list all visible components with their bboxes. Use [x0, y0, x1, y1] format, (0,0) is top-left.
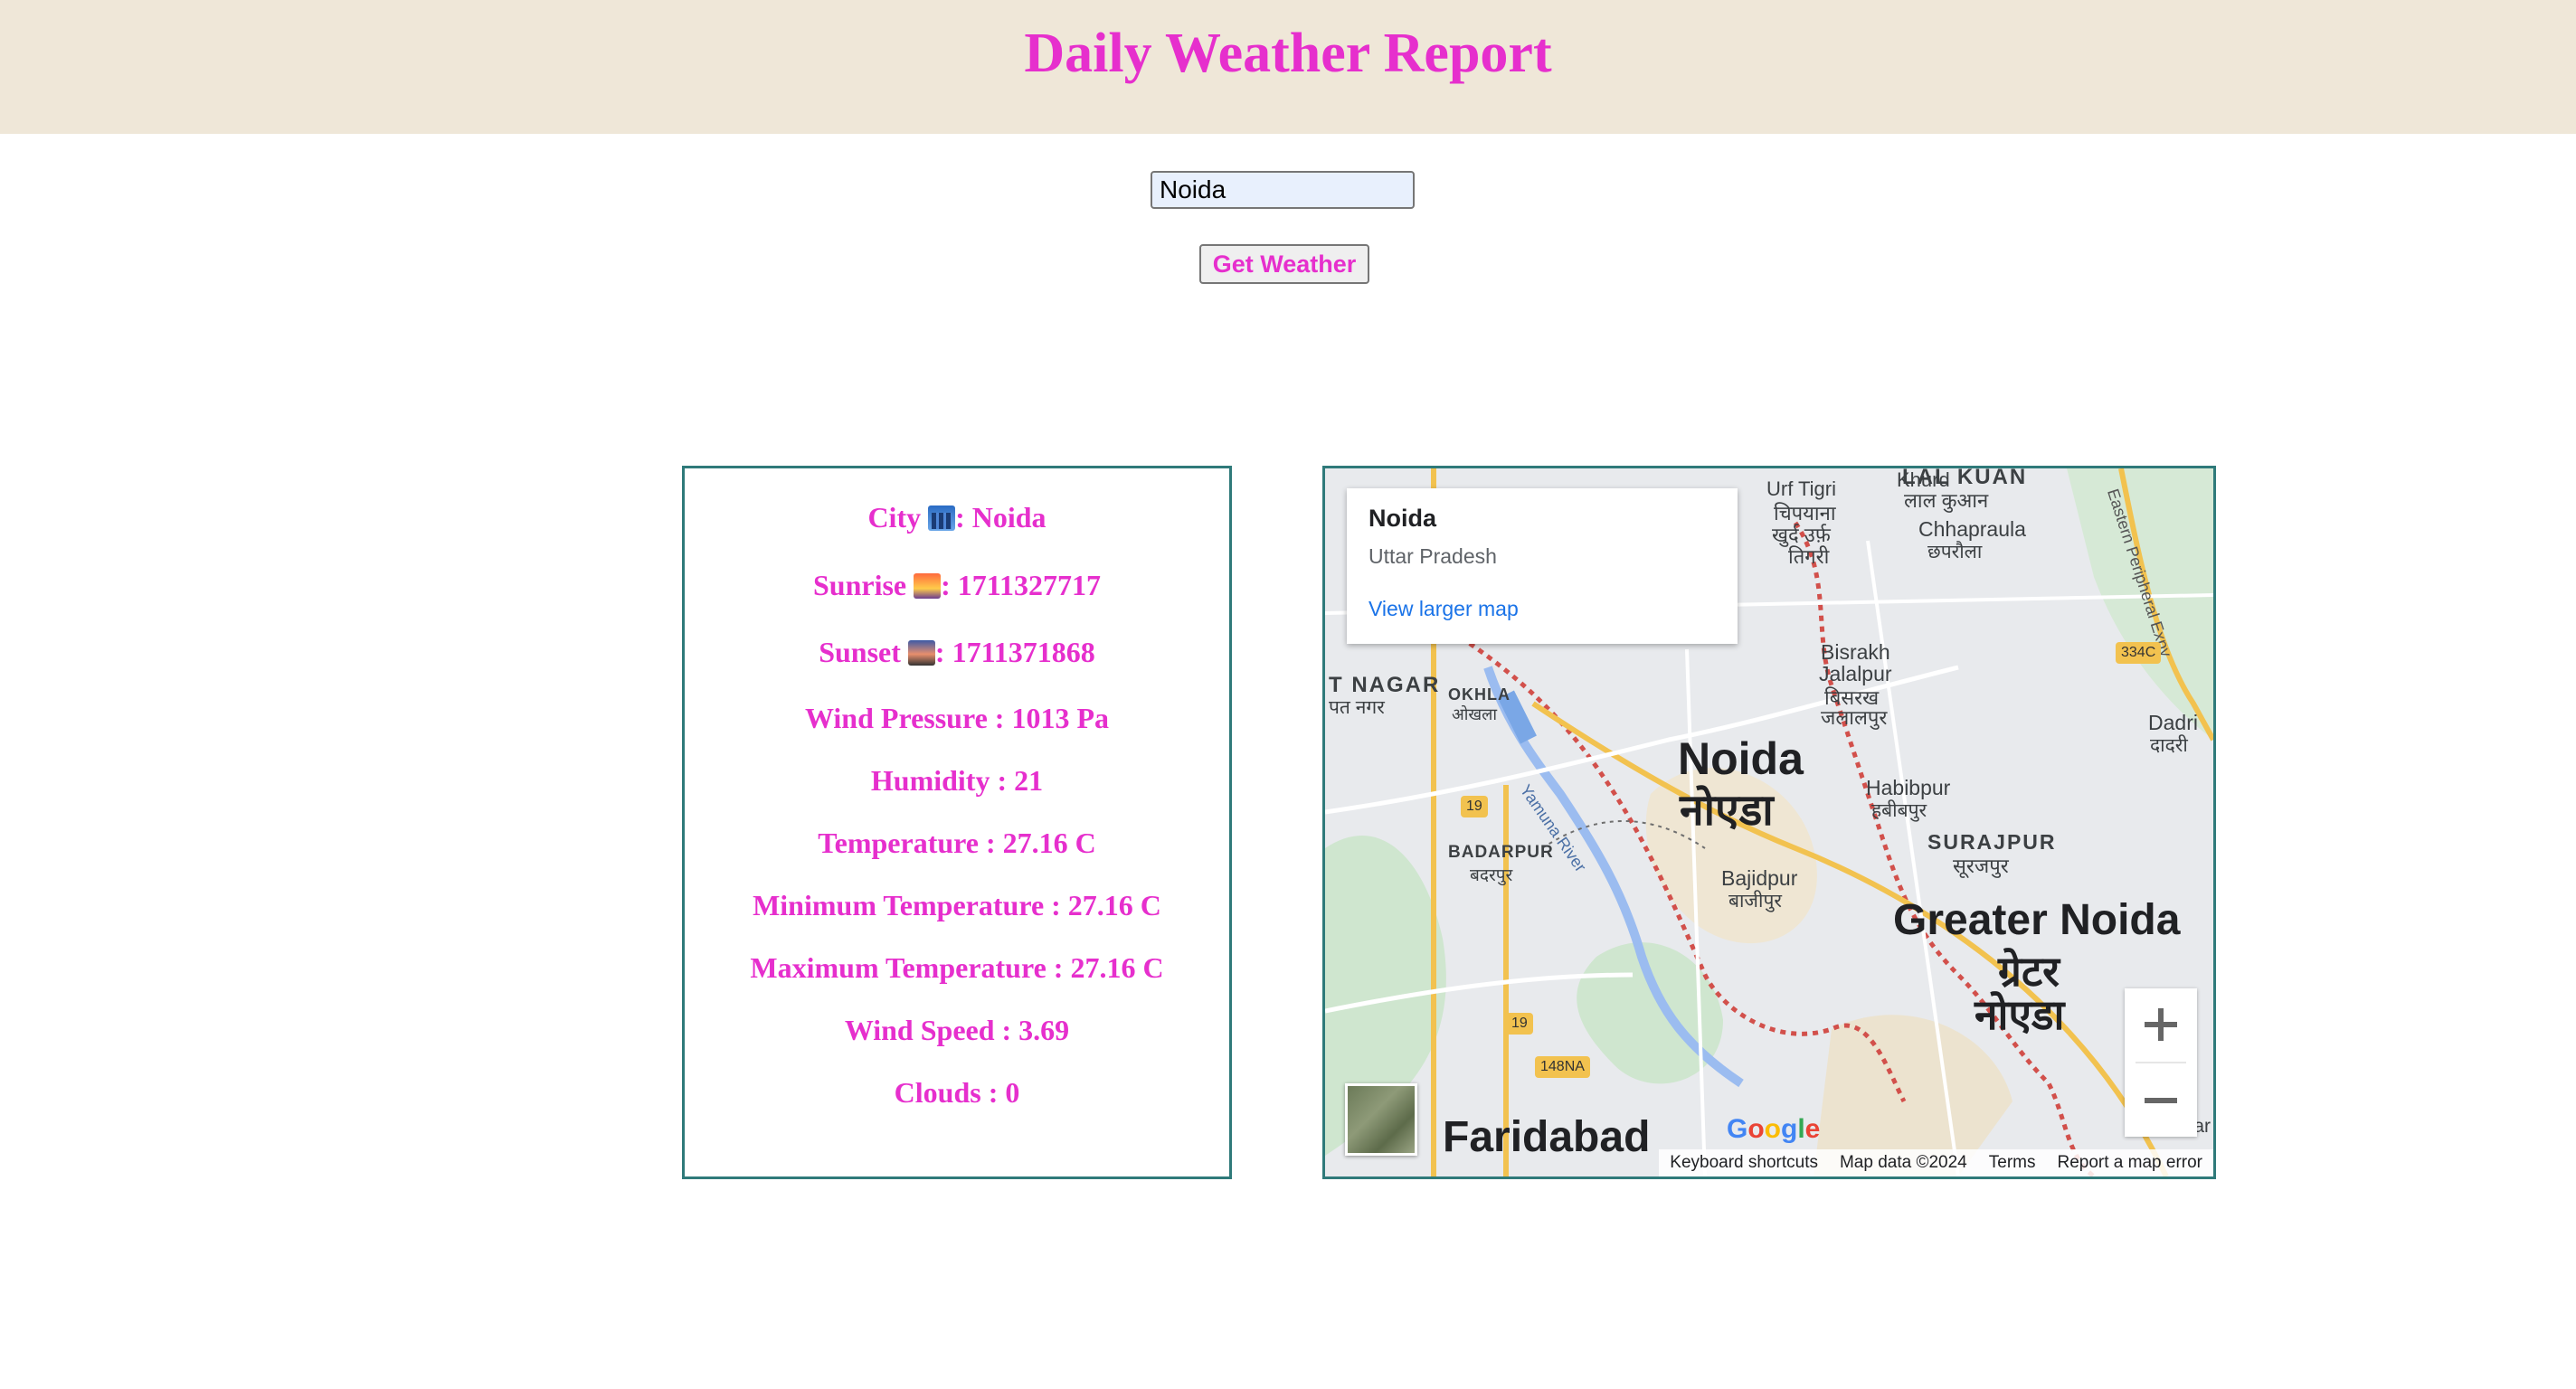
road-shield-334c: 334C: [2116, 642, 2162, 664]
humidity-row: Humidity : 21: [870, 764, 1044, 797]
sunset-row: Sunset : 1711371868: [685, 634, 1229, 670]
sunset-label: Sunset: [819, 636, 901, 668]
map-label-dadri-hindi: दादरी: [2150, 735, 2188, 756]
sunrise-value: : 1711327717: [941, 569, 1102, 601]
map-label-bisrakh-4: जलालपुर: [1821, 706, 1888, 729]
city-label: City: [867, 501, 922, 534]
wind-speed-row: Wind Speed : 3.69: [844, 1014, 1070, 1046]
get-weather-button[interactable]: Get Weather: [1199, 244, 1369, 284]
map-label-badarpur: BADARPUR: [1448, 843, 1554, 862]
map-label-bisrakh: Bisrakh: [1821, 640, 1890, 664]
max-temperature-row: Maximum Temperature : 27.16 C: [750, 951, 1164, 984]
map-label-bajidpur: Bajidpur: [1721, 866, 1798, 890]
sunset-value: : 1711371868: [934, 636, 1095, 668]
map-label-badarpur-hindi: बदरपुर: [1470, 866, 1513, 885]
map-label-chhapraula: Chhapraula: [1918, 517, 2026, 541]
map-attribution-bar: Keyboard shortcuts Map data ©2024 Terms …: [1659, 1149, 2213, 1176]
map-label-bajidpur-hindi: बाजीपुर: [1728, 891, 1782, 912]
map-label-bisrakh-2: Jalalpur: [1819, 662, 1892, 685]
min-temperature-row: Minimum Temperature : 27.16 C: [753, 889, 1161, 921]
map-embed[interactable]: Noida नोएडा Greater Noida ग्रेटर नोएडा F…: [1322, 466, 2216, 1179]
clouds-row: Clouds : 0: [894, 1076, 1020, 1109]
map-label-greater-noida: Greater Noida: [1893, 896, 2181, 944]
weather-card: City : Noida Sunrise : 1711327717 Sunset…: [682, 466, 1232, 1179]
minus-icon: [2145, 1098, 2177, 1103]
map-zoom-controls: [2125, 988, 2197, 1137]
terms-link[interactable]: Terms: [1989, 1153, 2036, 1173]
road-shield-148na: 148NA: [1535, 1056, 1590, 1078]
map-label-noida: Noida: [1678, 733, 1804, 784]
temperature-row: Temperature : 27.16 C: [818, 827, 1096, 859]
map-label-surajpur: SURAJPUR: [1927, 830, 2057, 854]
zoom-in-button[interactable]: [2125, 988, 2197, 1061]
city-row: City : Noida: [685, 499, 1229, 535]
cityscape-icon: [928, 506, 956, 531]
pressure-row: Wind Pressure : 1013 Pa: [804, 702, 1109, 734]
satellite-layer-toggle[interactable]: [1345, 1083, 1417, 1156]
map-label-khurd-2: Urf Tigri: [1766, 477, 1836, 500]
report-error-link[interactable]: Report a map error: [2057, 1153, 2202, 1173]
road-shield-19: 19: [1461, 796, 1488, 817]
map-label-noida-hindi: नोएडा: [1680, 787, 1774, 835]
map-label-chhapraula-hindi: छपरौला: [1927, 542, 1983, 562]
map-label-surajpur-hindi: सूरजपुर: [1953, 855, 2009, 877]
map-info-popup: Noida Uttar Pradesh View larger map: [1347, 488, 1738, 644]
page-title: Daily Weather Report: [1024, 23, 1552, 84]
header-bar: Daily Weather Report: [0, 0, 2576, 134]
sunrise-icon: [914, 573, 942, 599]
view-larger-map-link[interactable]: View larger map: [1368, 597, 1519, 621]
map-label-habibpur-hindi: हबीबपुर: [1871, 800, 1927, 821]
sunrise-row: Sunrise : 1711327717: [685, 567, 1229, 603]
map-label-okhla-hindi: ओखला: [1452, 705, 1498, 723]
map-label-dadri: Dadri: [2148, 711, 2198, 734]
zoom-out-button[interactable]: [2125, 1064, 2197, 1137]
sunset-icon: [907, 640, 935, 666]
keyboard-shortcuts-link[interactable]: Keyboard shortcuts: [1670, 1153, 1818, 1173]
map-data-text: Map data ©2024: [1839, 1153, 1967, 1172]
map-label-habibpur: Habibpur: [1866, 776, 1951, 799]
city-input[interactable]: [1151, 171, 1415, 209]
plus-icon-vertical: [2158, 1008, 2164, 1041]
city-value: : Noida: [955, 501, 1046, 534]
road-shield-19-south: 19: [1506, 1013, 1533, 1035]
map-label-khurd-5: तिगरी: [1788, 545, 1830, 568]
map-label-greater-noida-hindi-2: नोएडा: [1975, 991, 2065, 1038]
map-label-t-nagar-hindi: पत नगर: [1329, 697, 1385, 718]
popup-place-name: Noida: [1368, 505, 1437, 532]
map-label-lal-kuan-hindi: लाल कुआन: [1904, 489, 1989, 512]
zoom-divider: [2136, 1062, 2186, 1063]
map-label-faridabad: Faridabad: [1443, 1113, 1651, 1161]
google-logo: Google: [1727, 1114, 1821, 1144]
sunrise-label: Sunrise: [812, 569, 907, 601]
popup-region: Uttar Pradesh: [1368, 544, 1497, 568]
map-label-okhla: OKHLA: [1448, 685, 1511, 704]
